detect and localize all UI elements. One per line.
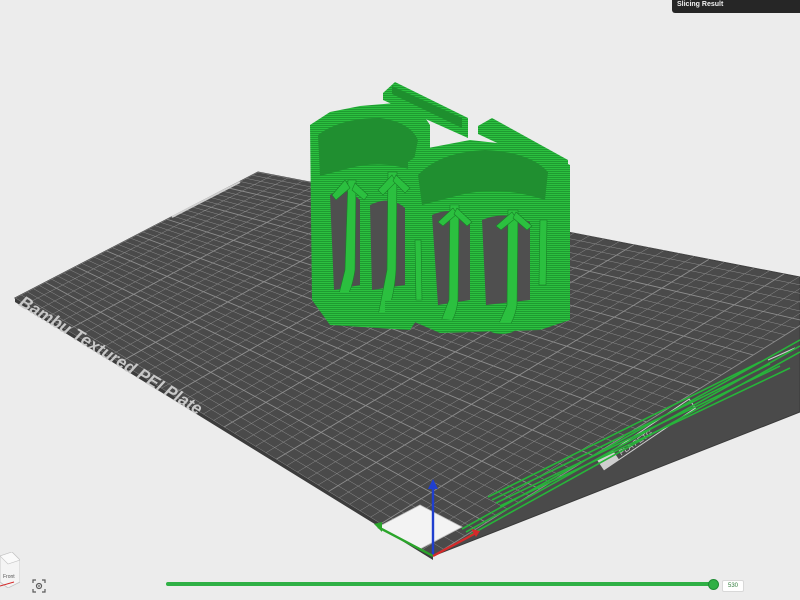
layer-slider-thumb[interactable] xyxy=(708,579,719,590)
slicing-result-panel[interactable]: Slicing Result xyxy=(672,0,800,13)
model-window-right2 xyxy=(482,215,530,305)
layer-slider-track[interactable] xyxy=(166,582,714,586)
layer-count-label: 530 xyxy=(722,580,744,592)
view-cube-face-label: Front xyxy=(3,574,15,580)
slicing-result-title: Slicing Result xyxy=(677,1,724,8)
view-cube-icon[interactable]: Front xyxy=(0,551,21,589)
slicer-viewport[interactable]: Bambu Textured PEI Plate PLA PETG Slicin… xyxy=(0,0,800,600)
3d-scene[interactable]: Bambu Textured PEI Plate PLA PETG xyxy=(0,0,800,600)
sliced-model[interactable] xyxy=(310,82,570,334)
camera-focus-icon[interactable] xyxy=(30,577,48,595)
